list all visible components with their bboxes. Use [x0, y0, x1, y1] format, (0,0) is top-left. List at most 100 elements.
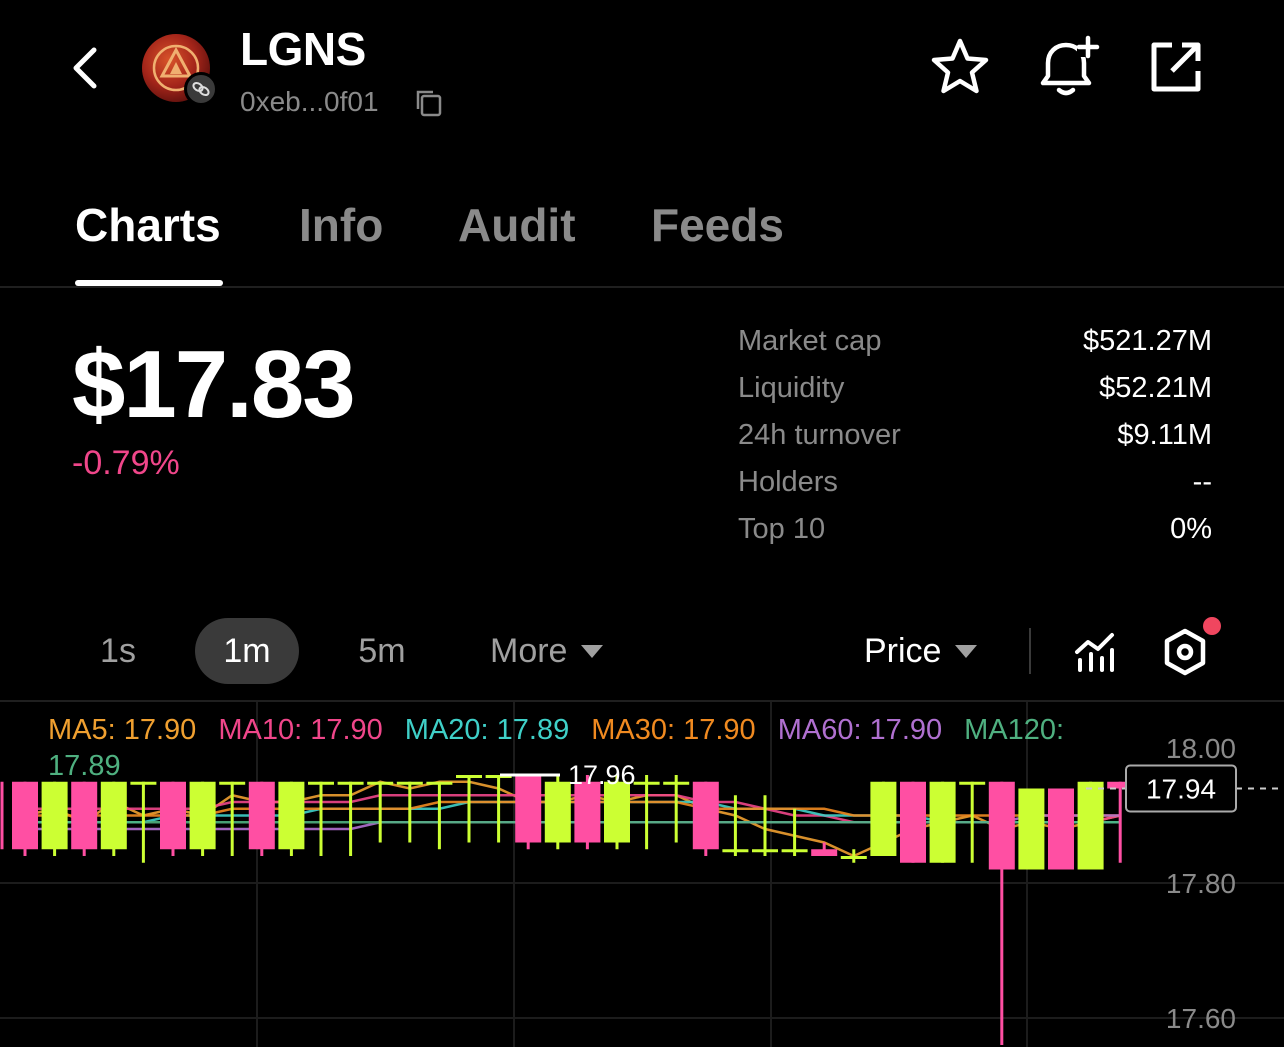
back-button[interactable] [62, 40, 108, 96]
candle-body [840, 856, 867, 859]
candle-body [781, 849, 808, 853]
chevron-left-icon [73, 47, 97, 89]
share-button[interactable] [1141, 32, 1211, 102]
ma-legend: MA5: 17.90 MA10: 17.90 MA20: 17.89 MA30: 17… [48, 712, 1128, 784]
notification-dot [1203, 617, 1221, 635]
indicators-button[interactable] [1066, 622, 1126, 682]
candle [396, 781, 423, 843]
candle-body [1077, 781, 1104, 870]
candle-body [12, 781, 38, 850]
tab-feeds[interactable]: Feeds [651, 198, 784, 252]
candle [663, 775, 690, 843]
candle [929, 781, 956, 863]
candle [870, 781, 897, 856]
candle-body [811, 849, 838, 856]
candle-body [544, 781, 571, 843]
bell-plus-icon [1040, 35, 1100, 96]
candle [367, 781, 394, 843]
price-chart[interactable]: 18.00 17.80 17.60 17.96 17.94 MA5: 17.90 MA10… [0, 700, 1284, 1047]
candle [337, 781, 364, 856]
toolbar-divider [1029, 628, 1031, 674]
candle [1048, 788, 1074, 870]
tab-info[interactable]: Info [299, 198, 383, 252]
favorite-button[interactable] [925, 32, 995, 102]
candle [100, 781, 127, 856]
external-link-icon [1151, 42, 1201, 92]
y-axis-label: 17.60 [1166, 1003, 1236, 1034]
token-name: LGNS [240, 23, 366, 75]
more-intervals-dropdown[interactable]: More [490, 618, 604, 684]
candle [1018, 788, 1045, 870]
candle [278, 781, 305, 856]
stat-value: $521.27M [1083, 325, 1212, 357]
token-header: LGNS 0xeb...0f01 [0, 0, 1284, 140]
candle-body [1018, 788, 1045, 870]
candle [811, 842, 838, 856]
candle [219, 781, 246, 856]
stat-label: Liquidity [738, 372, 845, 404]
candle-body [574, 781, 601, 843]
interval-5m[interactable]: 5m [340, 618, 424, 684]
price-mode-dropdown[interactable]: Price [864, 618, 978, 684]
stat-turnover: 24h turnover $9.11M [738, 412, 1212, 459]
candle-body [604, 781, 630, 843]
candle-body [929, 781, 956, 863]
ma-legend-item: MA60: 17.90 [777, 714, 943, 746]
candle [41, 781, 68, 856]
active-tab-indicator [75, 280, 223, 286]
settings-hexagon-icon [1164, 628, 1206, 676]
candle-body [41, 781, 68, 850]
add-alert-button[interactable] [1033, 32, 1103, 102]
candle [1077, 781, 1104, 870]
stat-value: -- [1192, 466, 1212, 498]
candle [71, 781, 98, 856]
price-mode-label: Price [864, 631, 942, 670]
token-logo [142, 34, 218, 106]
ma-line-ma5 [24, 780, 1121, 858]
candle-body [71, 781, 98, 850]
candle-body [692, 781, 719, 850]
interval-1s[interactable]: 1s [84, 618, 152, 684]
tab-bar: Charts Info Audit Feeds [0, 180, 1284, 288]
token-address: 0xeb...0f01 [240, 86, 379, 117]
candle [544, 775, 571, 850]
candle-body [160, 781, 186, 850]
chart-toolbar: 1s 1m 5m More Price [0, 614, 1284, 688]
tab-audit[interactable]: Audit [458, 198, 576, 252]
stat-label: Holders [738, 466, 838, 498]
tab-charts[interactable]: Charts [75, 198, 221, 252]
copy-icon [416, 90, 442, 117]
stat-value: $52.21M [1099, 372, 1212, 404]
candle-body [515, 775, 542, 843]
star-icon [931, 38, 989, 94]
candle-body [900, 781, 926, 863]
candle [426, 781, 453, 850]
candle-body [189, 781, 216, 850]
stat-top10: Top 10 0% [738, 506, 1212, 553]
stat-label: Top 10 [738, 513, 826, 545]
candle [485, 775, 512, 843]
stat-market-cap: Market cap $521.27M [738, 318, 1212, 365]
caret-down-icon [955, 644, 978, 658]
current-price: $17.83 [72, 331, 356, 438]
candle [248, 781, 275, 856]
stat-holders: Holders -- [738, 459, 1212, 506]
stat-label: Market cap [738, 325, 882, 357]
candle-body [722, 849, 749, 853]
interval-1m[interactable]: 1m [195, 618, 299, 684]
chain-badge [184, 72, 218, 106]
stat-liquidity: Liquidity $52.21M [738, 365, 1212, 412]
stat-value: 0% [1170, 513, 1212, 545]
y-axis-label: 17.80 [1166, 868, 1236, 899]
candle-body [752, 849, 778, 853]
token-stats: Market cap $521.27M Liquidity $52.21M 24… [738, 318, 1212, 553]
candle [692, 781, 719, 856]
copy-address-button[interactable] [414, 88, 444, 118]
candle-body [100, 781, 127, 850]
candle [900, 781, 926, 863]
candle-body [248, 781, 275, 850]
ma-legend-item: MA5: 17.90 [48, 714, 197, 746]
stat-label: 24h turnover [738, 419, 901, 451]
candle [988, 781, 1015, 1045]
candle [12, 781, 38, 856]
